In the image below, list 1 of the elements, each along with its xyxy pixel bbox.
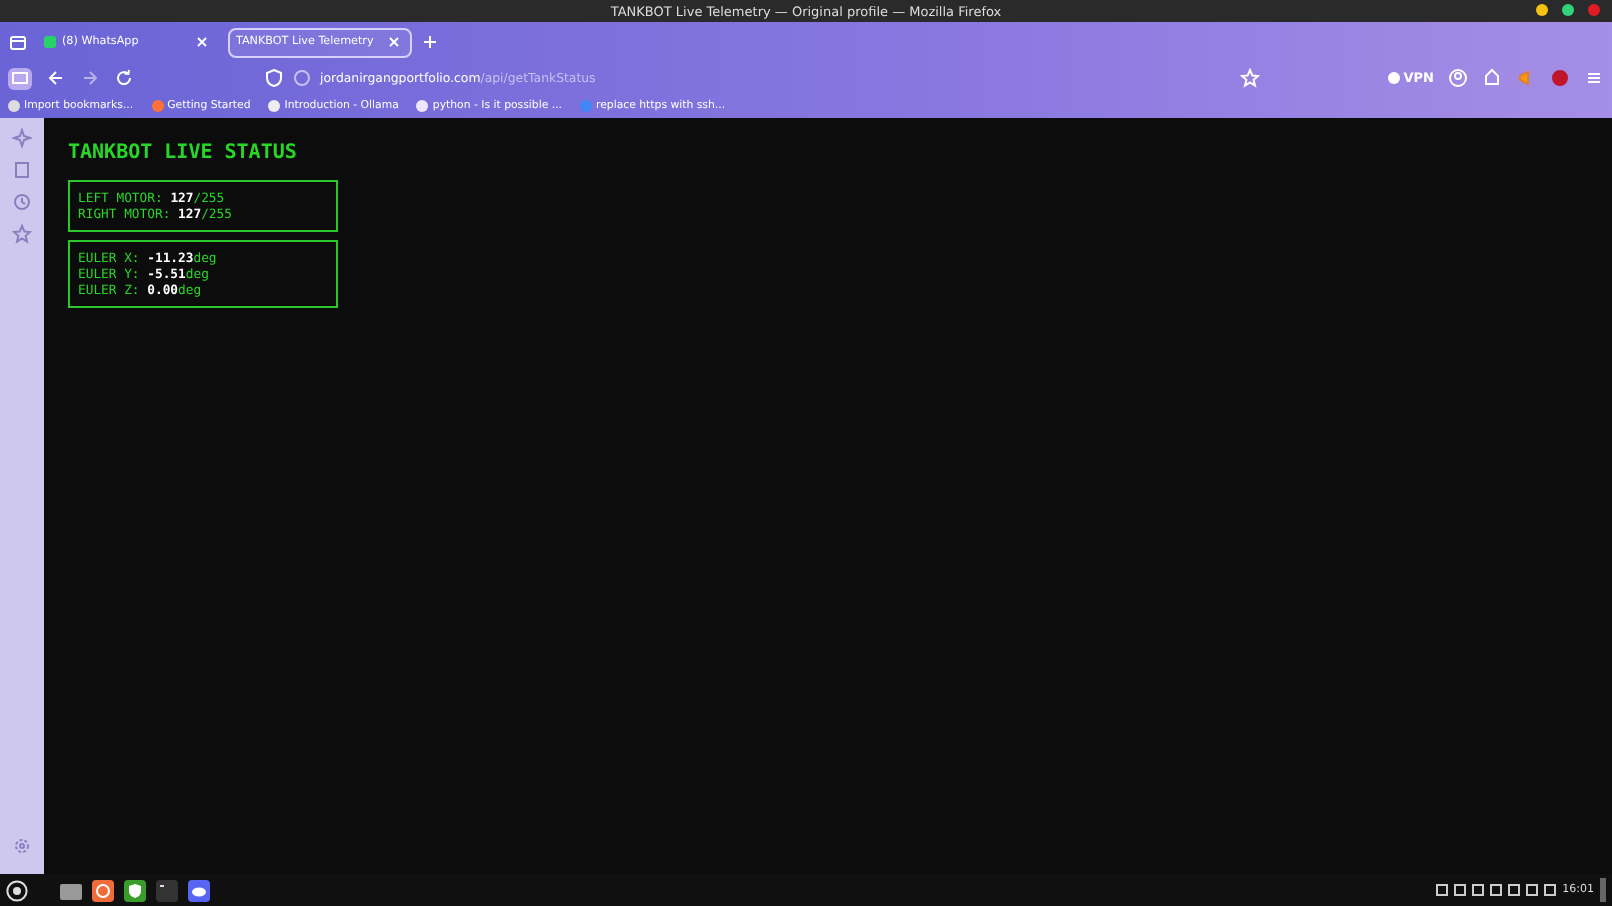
page-heading: TANKBOT LIVE STATUS [68, 142, 299, 164]
